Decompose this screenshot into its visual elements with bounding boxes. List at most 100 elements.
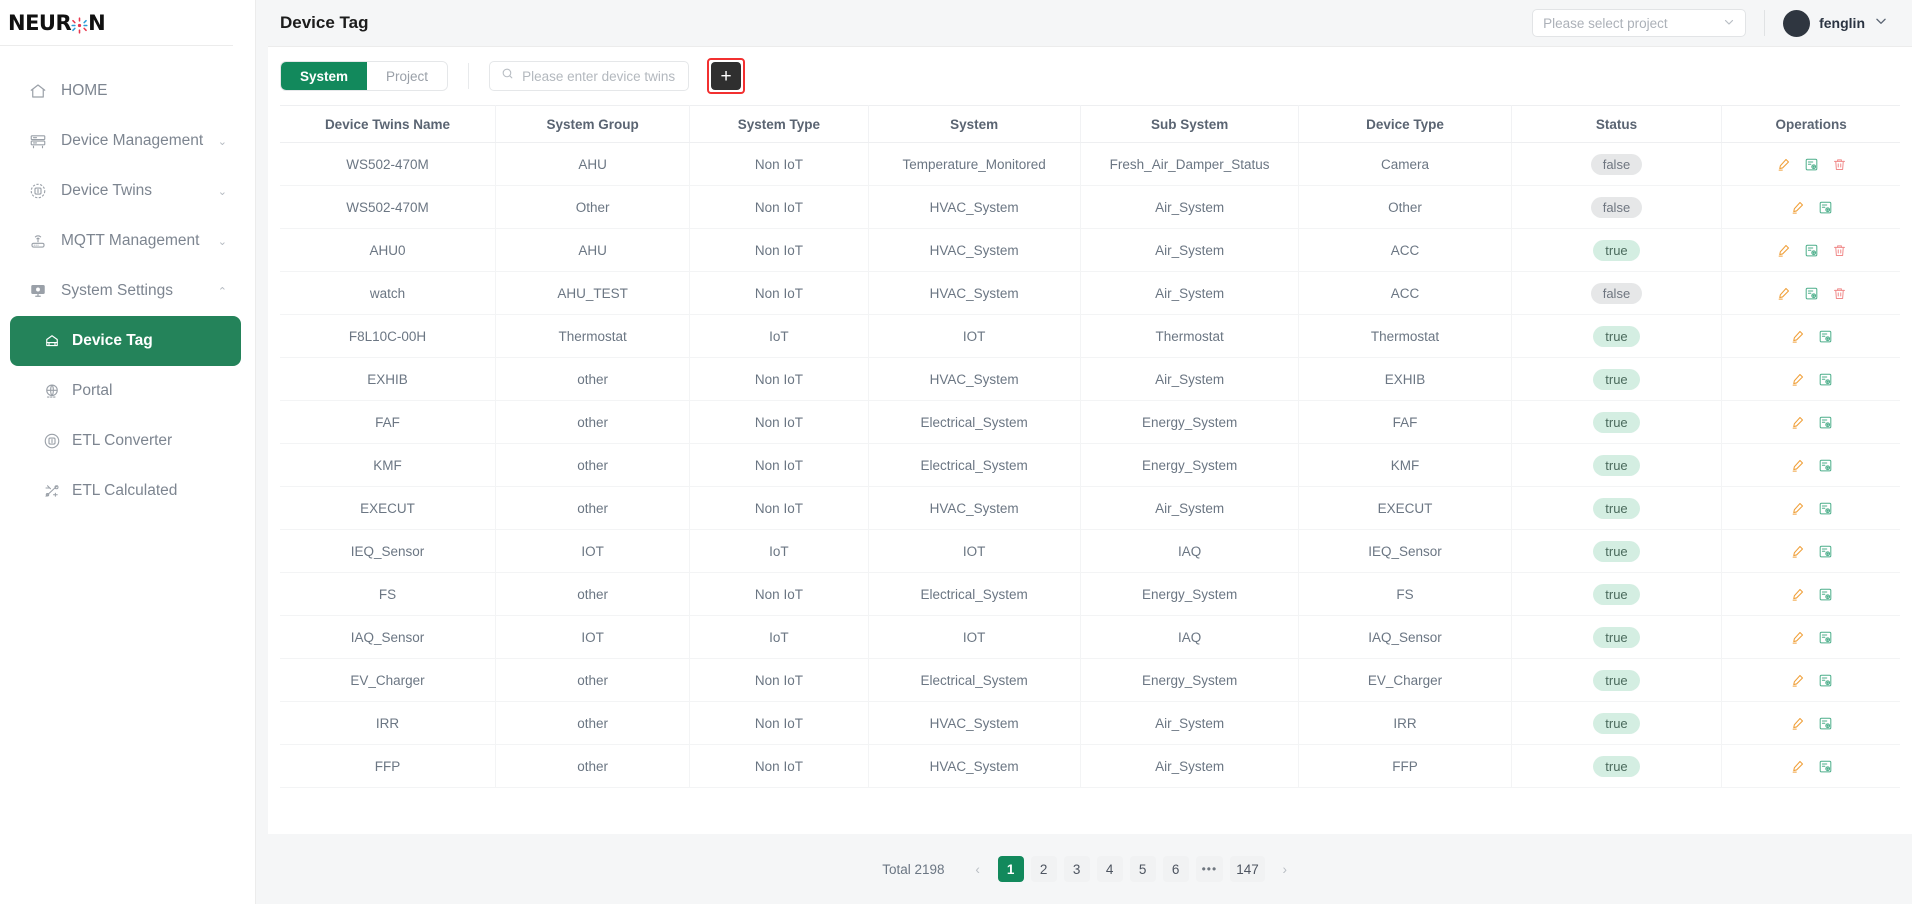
detail-icon[interactable] — [1818, 630, 1833, 645]
cell-device-type: FFP — [1298, 744, 1512, 788]
edit-icon[interactable] — [1776, 157, 1791, 172]
cell-device-twins-name: KMF — [280, 443, 496, 487]
app-root: NEUR N HOME Device Management ⌄ Device T… — [0, 0, 1912, 904]
cell-system-type: Non IoT — [689, 185, 869, 229]
pagination-ellipsis[interactable]: ••• — [1195, 856, 1224, 882]
topbar: Device Tag Please select project fenglin — [256, 0, 1912, 46]
cell-status: false — [1511, 271, 1723, 315]
brand-text-before: NEUR — [8, 10, 72, 35]
sidebar-item-etl-calculated[interactable]: ETL Calculated — [0, 466, 255, 516]
edit-icon[interactable] — [1790, 200, 1805, 215]
sidebar-item-mqtt-management[interactable]: MQTT Management ⌄ — [0, 216, 255, 266]
detail-icon[interactable] — [1804, 286, 1819, 301]
table-filler — [280, 788, 1900, 826]
tag-icon — [42, 332, 61, 351]
pagination-page-6[interactable]: 6 — [1162, 856, 1189, 882]
edit-icon[interactable] — [1790, 458, 1805, 473]
cell-system: HVAC_System — [868, 486, 1081, 530]
delete-icon[interactable] — [1832, 286, 1847, 301]
tab-system[interactable]: System — [281, 62, 368, 90]
edit-icon[interactable] — [1776, 286, 1791, 301]
pagination-page-3[interactable]: 3 — [1063, 856, 1090, 882]
edit-icon[interactable] — [1790, 544, 1805, 559]
detail-icon[interactable] — [1804, 243, 1819, 258]
edit-icon[interactable] — [1790, 329, 1805, 344]
detail-icon[interactable] — [1818, 587, 1833, 602]
search-box[interactable] — [489, 61, 690, 91]
sidebar-item-portal[interactable]: Portal — [0, 366, 255, 416]
detail-icon[interactable] — [1818, 716, 1833, 731]
cell-status: true — [1511, 744, 1723, 788]
brand-logo[interactable]: NEUR N — [0, 0, 233, 46]
cell-device-type: ACC — [1298, 228, 1512, 272]
cell-system-group: other — [495, 400, 691, 444]
detail-icon[interactable] — [1804, 157, 1819, 172]
add-button[interactable]: + — [711, 62, 742, 90]
edit-icon[interactable] — [1790, 501, 1805, 516]
edit-icon[interactable] — [1790, 630, 1805, 645]
pagination-page-2[interactable]: 2 — [1030, 856, 1057, 882]
cell-sub-system: Air_System — [1080, 744, 1300, 788]
pagination-last-page[interactable]: 147 — [1230, 856, 1265, 882]
edit-icon[interactable] — [1790, 673, 1805, 688]
edit-icon[interactable] — [1776, 243, 1791, 258]
detail-icon[interactable] — [1818, 415, 1833, 430]
edit-icon[interactable] — [1790, 415, 1805, 430]
edit-icon[interactable] — [1790, 716, 1805, 731]
project-select[interactable]: Please select project — [1532, 9, 1747, 37]
cell-system-group: IOT — [495, 529, 691, 573]
pagination-page-4[interactable]: 4 — [1096, 856, 1123, 882]
cell-status: true — [1511, 658, 1723, 702]
cell-device-twins-name: IAQ_Sensor — [280, 615, 496, 659]
brand-text-after: N — [88, 10, 106, 35]
sidebar-item-device-twins[interactable]: Device Twins ⌄ — [0, 166, 255, 216]
cell-system-group: other — [495, 658, 691, 702]
detail-icon[interactable] — [1818, 329, 1833, 344]
cell-system-type: Non IoT — [689, 271, 869, 315]
delete-icon[interactable] — [1832, 157, 1847, 172]
detail-icon[interactable] — [1818, 501, 1833, 516]
operations-group — [1722, 673, 1900, 688]
detail-icon[interactable] — [1818, 673, 1833, 688]
pagination-page-1[interactable]: 1 — [997, 856, 1024, 882]
detail-icon[interactable] — [1818, 372, 1833, 387]
pagination-pages: 1 2 3 4 5 6 ••• 147 — [997, 856, 1265, 882]
device-tag-table: Device Twins Name System Group System Ty… — [280, 105, 1900, 788]
cell-sub-system: Energy_System — [1080, 572, 1300, 616]
detail-icon[interactable] — [1818, 200, 1833, 215]
edit-icon[interactable] — [1790, 587, 1805, 602]
col-sub-system: Sub System — [1080, 105, 1300, 143]
detail-icon[interactable] — [1818, 759, 1833, 774]
cell-system: HVAC_System — [868, 701, 1081, 745]
detail-icon[interactable] — [1818, 544, 1833, 559]
cell-status: true — [1511, 572, 1723, 616]
cell-device-type: EV_Charger — [1298, 658, 1512, 702]
pagination-page-5[interactable]: 5 — [1129, 856, 1156, 882]
user-menu[interactable]: fenglin — [1783, 9, 1888, 37]
cell-device-type: Camera — [1298, 142, 1512, 186]
sidebar-item-device-tag[interactable]: Device Tag — [10, 316, 241, 366]
cell-device-twins-name: EXECUT — [280, 486, 496, 530]
status-badge: true — [1593, 712, 1640, 734]
cell-device-twins-name: EV_Charger — [280, 658, 496, 702]
delete-icon[interactable] — [1832, 243, 1847, 258]
pagination-next[interactable]: › — [1272, 856, 1298, 882]
col-system-group: System Group — [495, 105, 691, 143]
cell-status: true — [1511, 443, 1723, 487]
pagination: Total 2198 ‹ 1 2 3 4 5 6 ••• 147 › — [268, 834, 1912, 904]
table-row: EXECUT other Non IoT HVAC_System Air_System E… — [280, 486, 1900, 530]
sidebar-item-home[interactable]: HOME — [0, 66, 255, 116]
router-icon — [28, 231, 48, 251]
tab-project[interactable]: Project — [367, 62, 448, 90]
sidebar-item-etl-converter[interactable]: ETL Converter — [0, 416, 255, 466]
edit-icon[interactable] — [1790, 372, 1805, 387]
operations-group — [1722, 544, 1900, 559]
sidebar-item-system-settings[interactable]: System Settings ⌃ — [0, 266, 255, 316]
sidebar-item-device-management[interactable]: Device Management ⌄ — [0, 116, 255, 166]
edit-icon[interactable] — [1790, 759, 1805, 774]
detail-icon[interactable] — [1818, 458, 1833, 473]
operations-group — [1722, 157, 1900, 172]
pagination-prev[interactable]: ‹ — [965, 856, 991, 882]
neuron-flower-icon — [71, 15, 88, 34]
search-input[interactable] — [522, 68, 678, 84]
